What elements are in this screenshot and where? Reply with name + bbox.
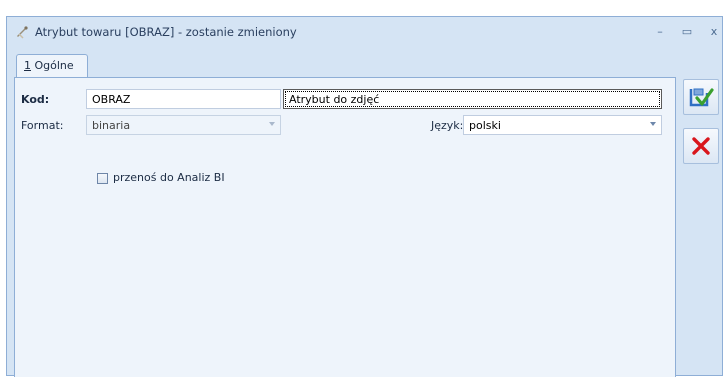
tab-ogolne-label: Ogólne xyxy=(31,59,74,72)
save-button[interactable] xyxy=(683,79,719,115)
close-window-button[interactable]: x xyxy=(707,24,721,38)
app-icon xyxy=(17,26,28,39)
bi-checkbox[interactable] xyxy=(97,173,108,184)
minimize-button[interactable]: – xyxy=(653,24,667,38)
tab-ogolne[interactable]: 1 Ogólne xyxy=(16,54,88,78)
chevron-down-icon xyxy=(269,122,275,126)
format-select-value: binaria xyxy=(92,119,131,132)
cancel-button[interactable] xyxy=(683,128,719,164)
jezyk-select[interactable]: polski xyxy=(463,115,662,135)
kod-label: Kod: xyxy=(21,93,50,106)
title-bar: Atrybut towaru [OBRAZ] - zostanie zmieni… xyxy=(7,17,722,47)
window-title: Atrybut towaru [OBRAZ] - zostanie zmieni… xyxy=(35,25,297,39)
chevron-down-icon xyxy=(650,122,656,126)
maximize-button[interactable]: ▭ xyxy=(680,24,694,38)
attribute-edit-window: Atrybut towaru [OBRAZ] - zostanie zmieni… xyxy=(6,16,723,377)
bi-checkbox-label[interactable]: przenoś do Analiz BI xyxy=(113,171,225,184)
kod-input[interactable]: OBRAZ xyxy=(86,89,281,109)
jezyk-label: Język: xyxy=(431,119,464,132)
save-check-icon xyxy=(689,88,714,107)
red-x-icon xyxy=(692,137,710,155)
tab-ogolne-accel: 1 xyxy=(24,59,31,72)
format-label: Format: xyxy=(21,119,64,132)
general-panel: Kod: OBRAZ Atrybut do zdjęć Format: bina… xyxy=(14,77,676,377)
format-select[interactable]: binaria xyxy=(86,115,281,135)
jezyk-select-value: polski xyxy=(469,119,501,132)
attribute-name-input[interactable]: Atrybut do zdjęć xyxy=(283,89,662,109)
